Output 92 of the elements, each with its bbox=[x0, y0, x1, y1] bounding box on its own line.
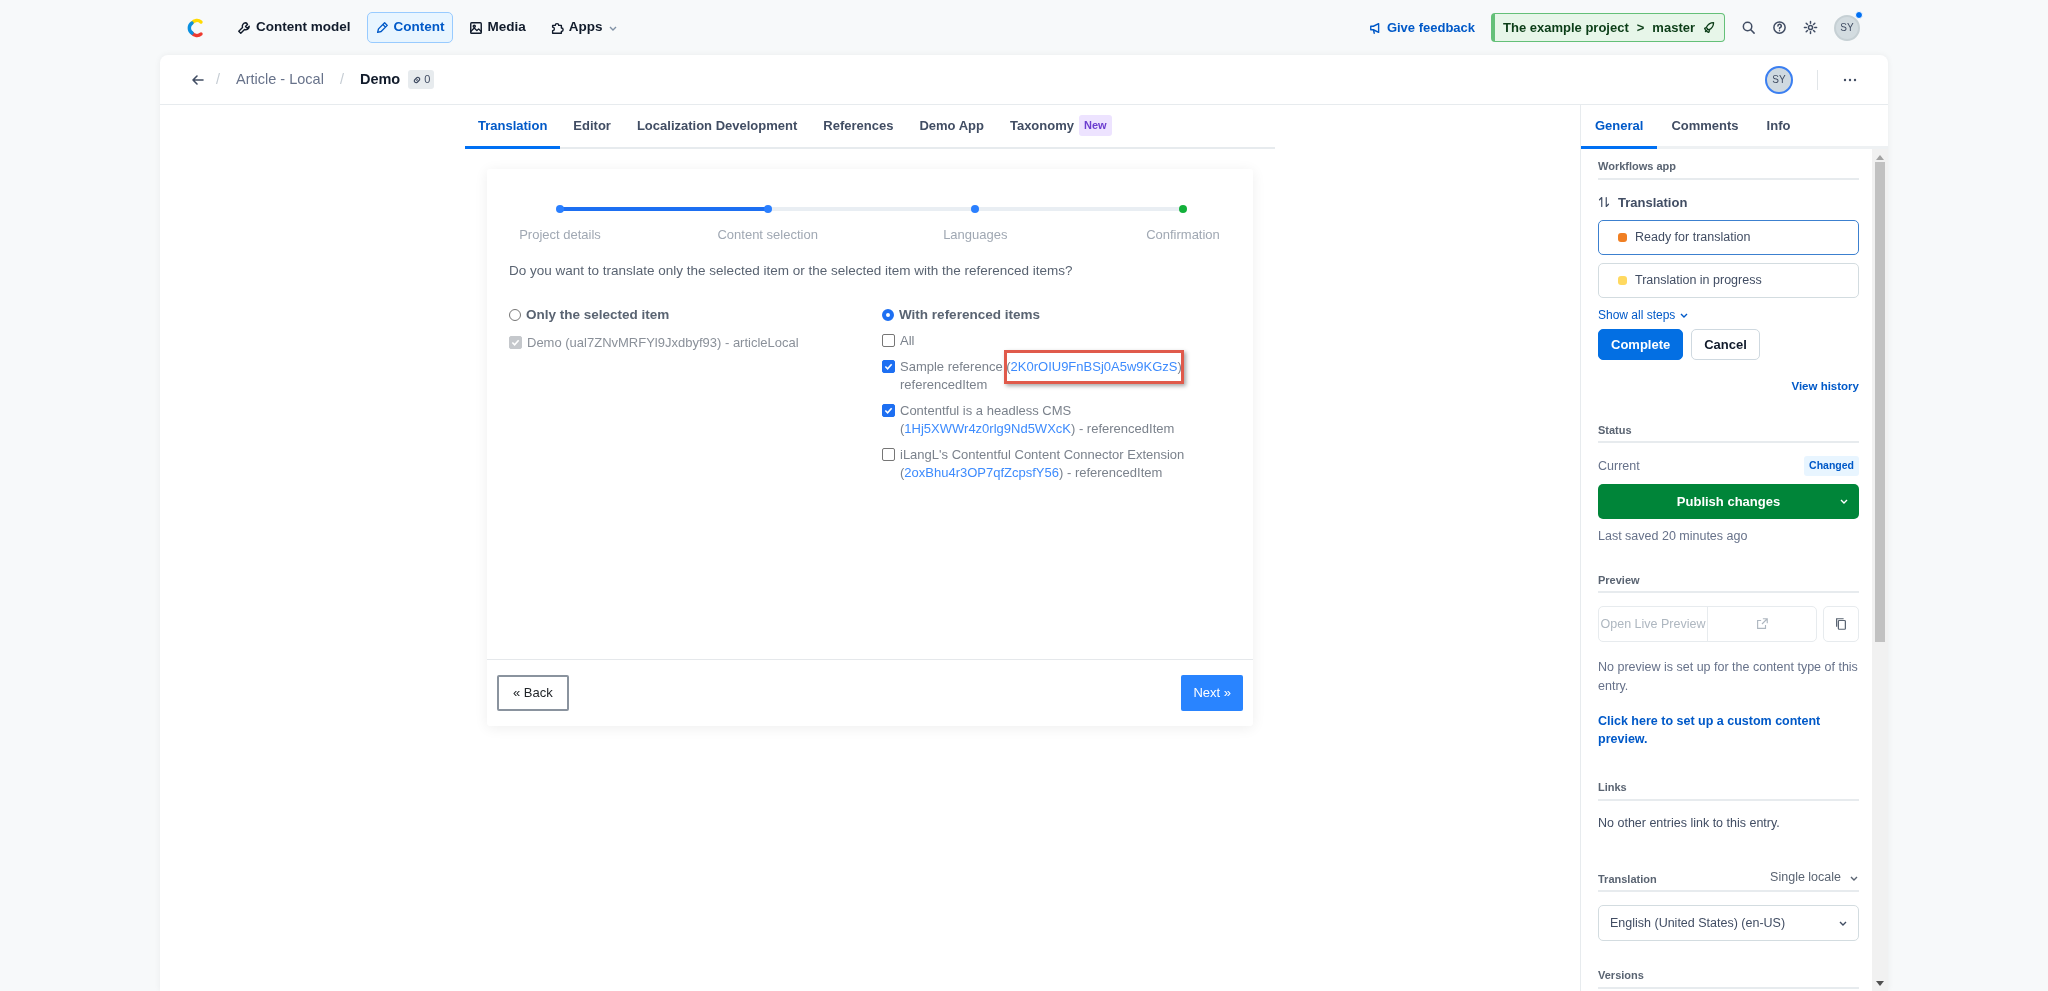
section-heading: Links bbox=[1598, 779, 1859, 801]
separator-chevron: > bbox=[1636, 18, 1645, 37]
links-count-badge[interactable]: 0 bbox=[408, 70, 435, 89]
next-button[interactable]: Next » bbox=[1181, 675, 1243, 711]
rocket-icon bbox=[1703, 21, 1716, 34]
step-label: Confirmation bbox=[1146, 226, 1220, 244]
nav-item[interactable]: Content bbox=[366, 12, 453, 43]
item-label: Demo (ual7ZNvMRFYl9Jxdbyf93) - articleLocal bbox=[527, 333, 799, 352]
sidebar-tab[interactable]: General bbox=[1581, 105, 1658, 149]
breadcrumb-separator: / bbox=[216, 69, 221, 89]
workflow-name: Translation bbox=[1618, 193, 1688, 212]
item-label: Sample reference (2K0rOIU9FnBSj0A5w9KGzS) referencedItem bbox=[900, 357, 1187, 394]
step-label: Ready for translation bbox=[1635, 229, 1751, 247]
tab[interactable]: Translation bbox=[465, 105, 561, 149]
section-heading: Workflows app bbox=[1598, 158, 1859, 180]
item-label: Contentful is a headless CMS (1Hj5XWWr4z0rlg9Nd5WXcK) - referencedItem bbox=[900, 401, 1176, 438]
publish-button[interactable]: Publish changes bbox=[1598, 483, 1859, 519]
checkbox[interactable] bbox=[882, 403, 895, 417]
nav-item[interactable]: Apps bbox=[541, 12, 626, 43]
scrollbar[interactable] bbox=[1872, 149, 1888, 991]
status-label: Current bbox=[1598, 457, 1640, 475]
user-avatar[interactable]: SY bbox=[1834, 14, 1860, 41]
workflow-step[interactable]: Translation in progress bbox=[1598, 263, 1859, 298]
item-label: iLangL's Contentful Content Connector Extension (2oxBhu4r3OP7qfZcpsfY56) - referencedItem bbox=[900, 445, 1186, 482]
radio-option[interactable]: With referenced items bbox=[882, 305, 1231, 326]
option-label: With referenced items bbox=[899, 306, 1040, 325]
copy-button[interactable] bbox=[1823, 606, 1859, 642]
breadcrumb-separator: / bbox=[339, 69, 344, 89]
cancel-button[interactable]: Cancel bbox=[1691, 328, 1760, 360]
links-note: No other entries link to this entry. bbox=[1598, 814, 1781, 832]
pen-icon bbox=[374, 20, 389, 35]
branch-name: master bbox=[1652, 18, 1695, 37]
settings-icon[interactable] bbox=[1803, 20, 1818, 35]
link-icon bbox=[412, 74, 423, 85]
tab[interactable]: Demo App bbox=[906, 105, 997, 149]
locale-select[interactable]: English (United States) (en-US) bbox=[1598, 905, 1859, 941]
breadcrumb-link[interactable]: Article - Local bbox=[236, 68, 324, 91]
checkbox[interactable] bbox=[882, 333, 895, 347]
new-badge: New bbox=[1079, 115, 1112, 136]
environment-switch[interactable]: The example project > master bbox=[1491, 12, 1725, 43]
last-saved-text: Last saved 20 minutes ago bbox=[1598, 527, 1749, 545]
scroll-up-icon bbox=[1876, 154, 1884, 160]
workflow-step[interactable]: Ready for translation bbox=[1598, 220, 1859, 255]
question-text: Do you want to translate only the selected item or the selected item with the referenced items? bbox=[509, 262, 1074, 280]
status-badge: Changed bbox=[1804, 456, 1859, 476]
radio-button[interactable] bbox=[882, 309, 894, 322]
checkbox[interactable] bbox=[882, 447, 895, 461]
radio-button[interactable] bbox=[509, 309, 521, 322]
item-label: All bbox=[900, 331, 915, 350]
nav-item[interactable]: Content model bbox=[229, 12, 359, 43]
entry-id-link[interactable]: 1Hj5XWWr4z0rlg9Nd5WXcK bbox=[904, 420, 1071, 436]
step-label: Translation in progress bbox=[1635, 272, 1762, 290]
section-heading: Versions bbox=[1598, 967, 1859, 989]
check-icon bbox=[884, 405, 893, 415]
user-avatar: SY bbox=[1765, 65, 1793, 94]
option-label: Only the selected item bbox=[526, 306, 670, 325]
image-icon bbox=[468, 20, 483, 35]
back-button[interactable]: « Back bbox=[497, 675, 569, 711]
wrench-icon bbox=[237, 20, 251, 35]
tab[interactable]: Editor bbox=[560, 105, 624, 149]
step-label: Languages bbox=[943, 226, 1008, 244]
project-name: The example project bbox=[1503, 18, 1629, 37]
give-feedback-link[interactable]: Give feedback bbox=[1368, 17, 1476, 38]
locale-mode-dropdown[interactable]: Single locale bbox=[1770, 868, 1859, 887]
sidebar-tab[interactable]: Info bbox=[1752, 105, 1805, 149]
view-history-link[interactable]: View history bbox=[1791, 380, 1859, 392]
scrollbar-thumb[interactable] bbox=[1875, 162, 1885, 642]
show-all-steps-link[interactable]: Show all steps bbox=[1598, 306, 1690, 324]
logo-icon bbox=[185, 16, 205, 39]
check-icon bbox=[884, 361, 893, 371]
radio-option[interactable]: Only the selected item bbox=[509, 305, 882, 326]
step-label: Project details bbox=[519, 226, 601, 244]
complete-button[interactable]: Complete bbox=[1598, 328, 1684, 360]
section-heading: Translation bbox=[1598, 871, 1657, 887]
swap-arrows-icon bbox=[1598, 196, 1610, 209]
section-heading: Preview bbox=[1598, 571, 1859, 593]
checkbox[interactable] bbox=[882, 359, 895, 373]
puzzle-icon bbox=[549, 20, 564, 35]
search-icon[interactable] bbox=[1741, 20, 1756, 35]
section-heading: Status bbox=[1598, 421, 1859, 443]
tab[interactable]: References bbox=[810, 105, 907, 149]
preview-note: No preview is set up for the content type of this entry. bbox=[1598, 659, 1859, 695]
external-link-icon bbox=[1755, 617, 1769, 631]
tab[interactable]: Localization Development bbox=[623, 105, 811, 149]
help-icon[interactable] bbox=[1772, 20, 1787, 35]
copy-icon bbox=[1834, 617, 1848, 631]
step-label: Content selection bbox=[717, 226, 818, 244]
tab[interactable]: Taxonomy New bbox=[996, 105, 1125, 149]
scroll-down-icon bbox=[1876, 981, 1884, 987]
nav-item[interactable]: Media bbox=[460, 12, 534, 43]
entry-title: Demo bbox=[359, 69, 401, 89]
sidebar-tab[interactable]: Comments bbox=[1657, 105, 1753, 149]
